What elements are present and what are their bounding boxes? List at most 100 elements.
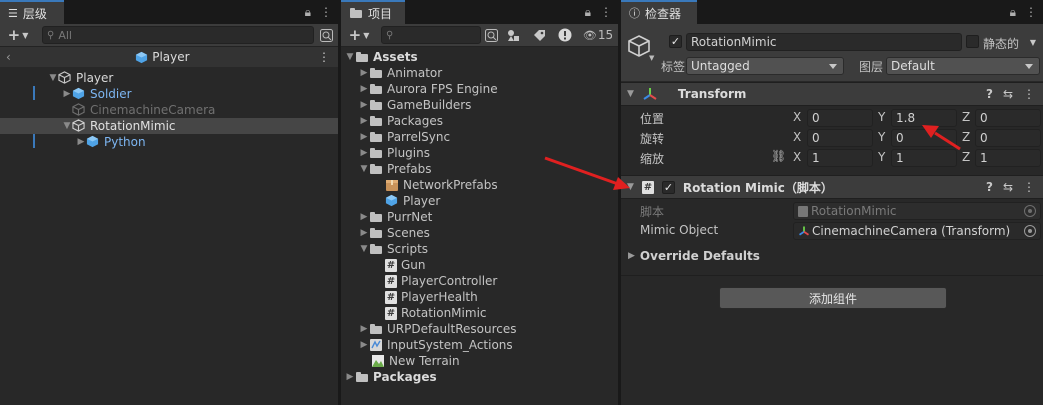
create-asset-button[interactable]: + ▼ [345, 26, 373, 44]
expand-arrow-icon[interactable]: ▼ [62, 118, 72, 134]
add-component-button[interactable]: 添加组件 [719, 287, 947, 309]
component-enabled-checkbox[interactable]: ✓ [661, 180, 675, 194]
scale-z-field[interactable]: 1 [975, 149, 1041, 167]
position-z-field[interactable]: 0 [975, 109, 1041, 127]
hierarchy-item-python[interactable]: ▶ Python [0, 134, 338, 150]
expand-arrow-icon[interactable]: ▶ [359, 209, 369, 225]
object-picker-icon[interactable] [1024, 225, 1036, 237]
constrain-proportions-link-icon[interactable]: ⛓ [771, 149, 786, 163]
expand-arrow-icon[interactable]: ▼ [359, 161, 369, 177]
help-icon[interactable]: ? [986, 180, 993, 194]
expand-arrow-icon[interactable]: ▶ [359, 113, 369, 129]
expand-arrow-icon[interactable]: ▶ [359, 129, 369, 145]
active-checkbox[interactable]: ✓ [669, 35, 682, 48]
project-item-networkprefabs[interactable]: NetworkPrefabs [341, 177, 618, 193]
expand-arrow-icon[interactable]: ▼ [359, 241, 369, 257]
tab-project[interactable]: 项目 [341, 0, 405, 24]
scale-y-field[interactable]: 1 [891, 149, 957, 167]
filter-by-type-icon[interactable] [505, 26, 521, 44]
rotation-x-label[interactable]: X [793, 130, 801, 144]
project-item-plugins[interactable]: ▶ Plugins [341, 145, 618, 161]
collapse-arrow-icon[interactable]: ▼ [627, 182, 634, 192]
scale-z-label[interactable]: Z [962, 150, 970, 164]
project-item-purrnet[interactable]: ▶ PurrNet [341, 209, 618, 225]
position-x-field[interactable]: 0 [807, 109, 873, 127]
position-y-label[interactable]: Y [878, 110, 885, 124]
scale-x-label[interactable]: X [793, 150, 801, 164]
project-item-packages-sub[interactable]: ▶ Packages [341, 113, 618, 129]
hierarchy-item-player[interactable]: ▼ Player [0, 70, 338, 86]
back-chevron-icon[interactable]: ‹ [6, 50, 11, 64]
gameobject-large-icon[interactable]: ▼ [627, 34, 654, 62]
static-checkbox[interactable] [966, 35, 979, 48]
rotation-y-field[interactable]: 0 [891, 129, 957, 147]
project-item-scenes[interactable]: ▶ Scenes [341, 225, 618, 241]
project-item-animator[interactable]: ▶ Animator [341, 65, 618, 81]
collapse-arrow-icon[interactable]: ▼ [627, 89, 634, 99]
static-dropdown-caret-icon[interactable]: ▼ [1026, 33, 1040, 51]
component-more-icon[interactable]: ⋮ [1023, 87, 1035, 101]
log-info-icon[interactable] [557, 26, 573, 44]
hierarchy-item-cinemachinecamera[interactable]: CinemachineCamera [0, 102, 338, 118]
filter-by-label-icon[interactable] [531, 26, 547, 44]
scene-more-icon[interactable]: ⋮ [318, 50, 330, 64]
position-x-label[interactable]: X [793, 110, 801, 124]
expand-arrow-icon[interactable]: ▶ [359, 81, 369, 97]
project-item-gamebuilders[interactable]: ▶ GameBuilders [341, 97, 618, 113]
position-z-label[interactable]: Z [962, 110, 970, 124]
project-item-assets[interactable]: ▼ Assets [341, 49, 618, 65]
position-y-field[interactable]: 1.8 [891, 109, 957, 127]
lock-icon[interactable]: 🔒︎ [305, 5, 311, 20]
more-menu-icon[interactable]: ⋮ [600, 5, 612, 19]
rotation-mimic-header[interactable]: ▼ # ✓ Rotation Mimic（脚本） ? ⇆ ⋮ [621, 175, 1043, 199]
scale-y-label[interactable]: Y [878, 150, 885, 164]
tab-hierarchy[interactable]: ☰ 层级 [0, 0, 64, 24]
project-item-parrelsync[interactable]: ▶ ParrelSync [341, 129, 618, 145]
expand-arrow-icon[interactable]: ▶ [345, 369, 355, 385]
rotation-z-label[interactable]: Z [962, 130, 970, 144]
expand-arrow-icon[interactable]: ▶ [359, 65, 369, 81]
project-item-aurora[interactable]: ▶ Aurora FPS Engine [341, 81, 618, 97]
lock-icon[interactable]: 🔒︎ [1010, 5, 1016, 20]
expand-arrow-icon[interactable]: ▶ [359, 97, 369, 113]
help-icon[interactable]: ? [986, 87, 993, 101]
layer-dropdown[interactable]: Default [886, 57, 1040, 75]
expand-arrow-icon[interactable]: ▶ [359, 321, 369, 337]
search-by-scene-icon[interactable] [483, 26, 499, 44]
project-item-playerhealth[interactable]: # PlayerHealth [341, 289, 618, 305]
lock-icon[interactable]: 🔒︎ [585, 5, 591, 20]
preset-sliders-icon[interactable]: ⇆ [1003, 87, 1013, 101]
override-defaults-foldout[interactable]: ▶ Override Defaults [621, 247, 1043, 265]
expand-arrow-icon[interactable]: ▼ [48, 70, 58, 86]
expand-arrow-icon[interactable]: ▼ [345, 49, 355, 65]
project-item-newterrain[interactable]: New Terrain [341, 353, 618, 369]
component-more-icon[interactable]: ⋮ [1023, 180, 1035, 194]
project-item-gun[interactable]: # Gun [341, 257, 618, 273]
mimic-object-field[interactable]: CinemachineCamera (Transform) [793, 222, 1041, 240]
hidden-packages-toggle[interactable]: 👁︎ 15 [581, 26, 615, 44]
hierarchy-item-rotationmimic[interactable]: ▼ RotationMimic [0, 118, 338, 134]
project-item-urpdefault[interactable]: ▶ URPDefaultResources [341, 321, 618, 337]
expand-arrow-icon[interactable]: ▶ [359, 225, 369, 241]
tab-inspector[interactable]: ⓘ 检查器 [621, 0, 697, 24]
create-button[interactable]: + ▼ [4, 26, 32, 44]
project-item-rotationmimic[interactable]: # RotationMimic [341, 305, 618, 321]
hierarchy-search-input[interactable]: ⚲ All [42, 26, 314, 44]
more-menu-icon[interactable]: ⋮ [320, 5, 332, 19]
expand-arrow-icon[interactable]: ▶ [359, 337, 369, 353]
rotation-z-field[interactable]: 0 [975, 129, 1041, 147]
transform-header[interactable]: ▼ Transform ? ⇆ ⋮ [621, 82, 1043, 106]
expand-arrow-icon[interactable]: ▶ [359, 145, 369, 161]
project-item-prefabs[interactable]: ▼ Prefabs [341, 161, 618, 177]
tag-dropdown[interactable]: Untagged [686, 57, 844, 75]
preset-sliders-icon[interactable]: ⇆ [1003, 180, 1013, 194]
expand-arrow-icon[interactable]: ▶ [628, 251, 635, 261]
project-item-player-prefab[interactable]: Player [341, 193, 618, 209]
expand-arrow-icon[interactable]: ▶ [62, 86, 72, 102]
expand-arrow-icon[interactable]: ▶ [76, 134, 86, 150]
project-search-input[interactable]: ⚲ [381, 26, 481, 44]
more-menu-icon[interactable]: ⋮ [1025, 5, 1037, 19]
scale-x-field[interactable]: 1 [807, 149, 873, 167]
scene-search-icon[interactable] [318, 26, 334, 44]
rotation-y-label[interactable]: Y [878, 130, 885, 144]
